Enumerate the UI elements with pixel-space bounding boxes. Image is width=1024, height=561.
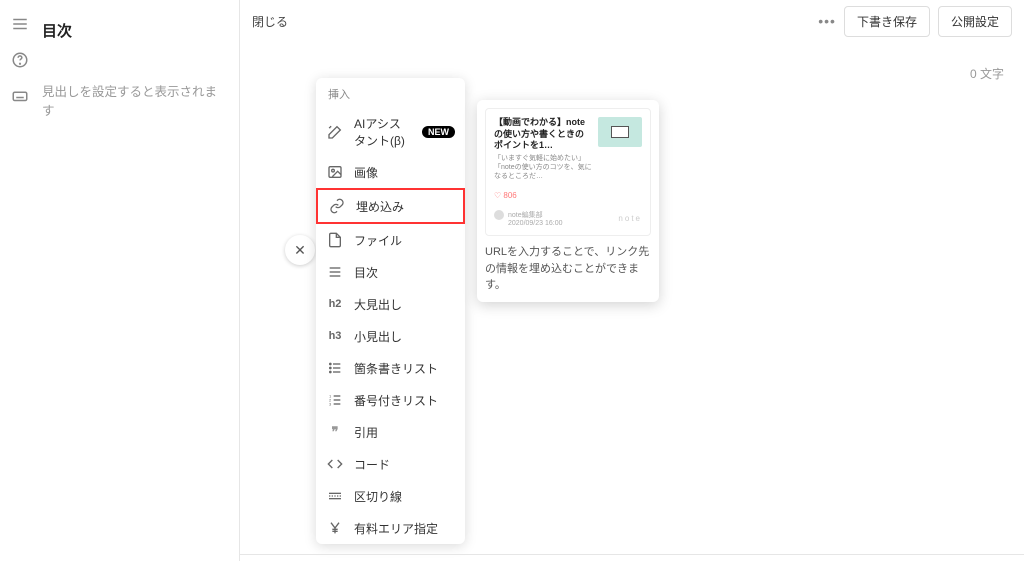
menu-item-label: ファイル: [354, 232, 402, 249]
menu-item-label: 大見出し: [354, 296, 402, 313]
avatar-icon: [494, 210, 504, 220]
menu-item-label: 番号付きリスト: [354, 392, 438, 409]
char-count: 0 文字: [970, 65, 1004, 82]
insert-menu-item-h3[interactable]: h3 小見出し: [316, 320, 465, 352]
close-button[interactable]: 閉じる: [252, 13, 288, 30]
keyboard-icon[interactable]: [10, 86, 30, 106]
more-icon[interactable]: •••: [818, 13, 836, 29]
svg-text:3: 3: [329, 401, 332, 406]
link-icon: [328, 197, 346, 215]
insert-menu-item-list[interactable]: 目次: [316, 256, 465, 288]
preview-likes: ♡ 806: [494, 191, 642, 200]
insert-menu-item-file[interactable]: ファイル: [316, 224, 465, 256]
insert-menu-item-h2[interactable]: h2 大見出し: [316, 288, 465, 320]
preview-title: 【動画でわかる】noteの使い方や書くときのポイントを1…: [494, 117, 592, 152]
insert-menu-item-link[interactable]: 埋め込み: [316, 188, 465, 224]
bullet-list-icon: [326, 359, 344, 377]
menu-item-label: 有料エリア指定: [354, 520, 438, 537]
embed-tooltip-text: URLを入力することで、リンク先の情報を埋め込むことができます。: [485, 244, 651, 294]
menu-item-label: 引用: [354, 424, 378, 441]
menu-item-label: 区切り線: [354, 488, 402, 505]
insert-menu-item-image[interactable]: 画像: [316, 156, 465, 188]
insert-menu-item-ordered-list[interactable]: 123 番号付きリスト: [316, 384, 465, 416]
list-icon: [326, 263, 344, 281]
insert-menu: 挿入 AIアシスタント(β) NEW 画像埋め込みファイル目次 h2 大見出し h3 小見出…: [316, 78, 465, 544]
ordered-list-icon: 123: [326, 391, 344, 409]
divider-icon: [326, 487, 344, 505]
menu-item-label: 箇条書きリスト: [354, 360, 438, 377]
image-icon: [326, 163, 344, 181]
insert-menu-item-quote[interactable]: ❞ 引用: [316, 416, 465, 448]
preview-author: note編集部: [508, 210, 563, 220]
menu-item-label: AIアシスタント(β): [354, 115, 410, 149]
close-insert-button[interactable]: ✕: [285, 235, 315, 265]
note-logo: note: [618, 214, 642, 223]
h2-icon: h2: [326, 295, 344, 313]
code-icon: [326, 455, 344, 473]
h3-icon: h3: [326, 327, 344, 345]
divider: [240, 554, 1024, 555]
menu-item-label: 目次: [354, 264, 378, 281]
preview-thumbnail: [598, 117, 642, 147]
insert-menu-item-bullet-list[interactable]: 箇条書きリスト: [316, 352, 465, 384]
publish-button[interactable]: 公開設定: [938, 6, 1012, 37]
menu-item-label: コード: [354, 456, 390, 473]
help-icon[interactable]: [10, 50, 30, 70]
embed-tooltip: 【動画でわかる】noteの使い方や書くときのポイントを1… 「いますぐ気軽に始め…: [477, 100, 659, 302]
toc-empty-message: 見出しを設定すると表示されます: [42, 81, 225, 119]
toc-title: 目次: [42, 20, 225, 41]
preview-date: 2020/09/23 16:00: [508, 220, 563, 227]
new-badge: NEW: [422, 126, 455, 138]
preview-description: 「いますぐ気軽に始めたい」「noteの使い方のコツを、気になるところだ…: [494, 154, 592, 181]
sidebar: 目次 見出しを設定すると表示されます: [0, 0, 240, 561]
draft-save-button[interactable]: 下書き保存: [844, 6, 930, 37]
topbar: 閉じる ••• 下書き保存 公開設定: [240, 0, 1024, 42]
wand-icon: [326, 123, 344, 141]
insert-menu-item-yen[interactable]: 有料エリア指定: [316, 512, 465, 544]
insert-menu-item-code[interactable]: コード: [316, 448, 465, 480]
file-icon: [326, 231, 344, 249]
menu-item-label: 小見出し: [354, 328, 402, 345]
menu-icon[interactable]: [10, 14, 30, 34]
yen-icon: [326, 519, 344, 537]
quote-icon: ❞: [326, 423, 344, 441]
insert-menu-item-wand[interactable]: AIアシスタント(β) NEW: [316, 108, 465, 156]
insert-menu-header: 挿入: [316, 78, 465, 108]
menu-item-label: 埋め込み: [356, 198, 404, 215]
menu-item-label: 画像: [354, 164, 378, 181]
insert-menu-item-divider[interactable]: 区切り線: [316, 480, 465, 512]
embed-preview-card: 【動画でわかる】noteの使い方や書くときのポイントを1… 「いますぐ気軽に始め…: [485, 108, 651, 236]
